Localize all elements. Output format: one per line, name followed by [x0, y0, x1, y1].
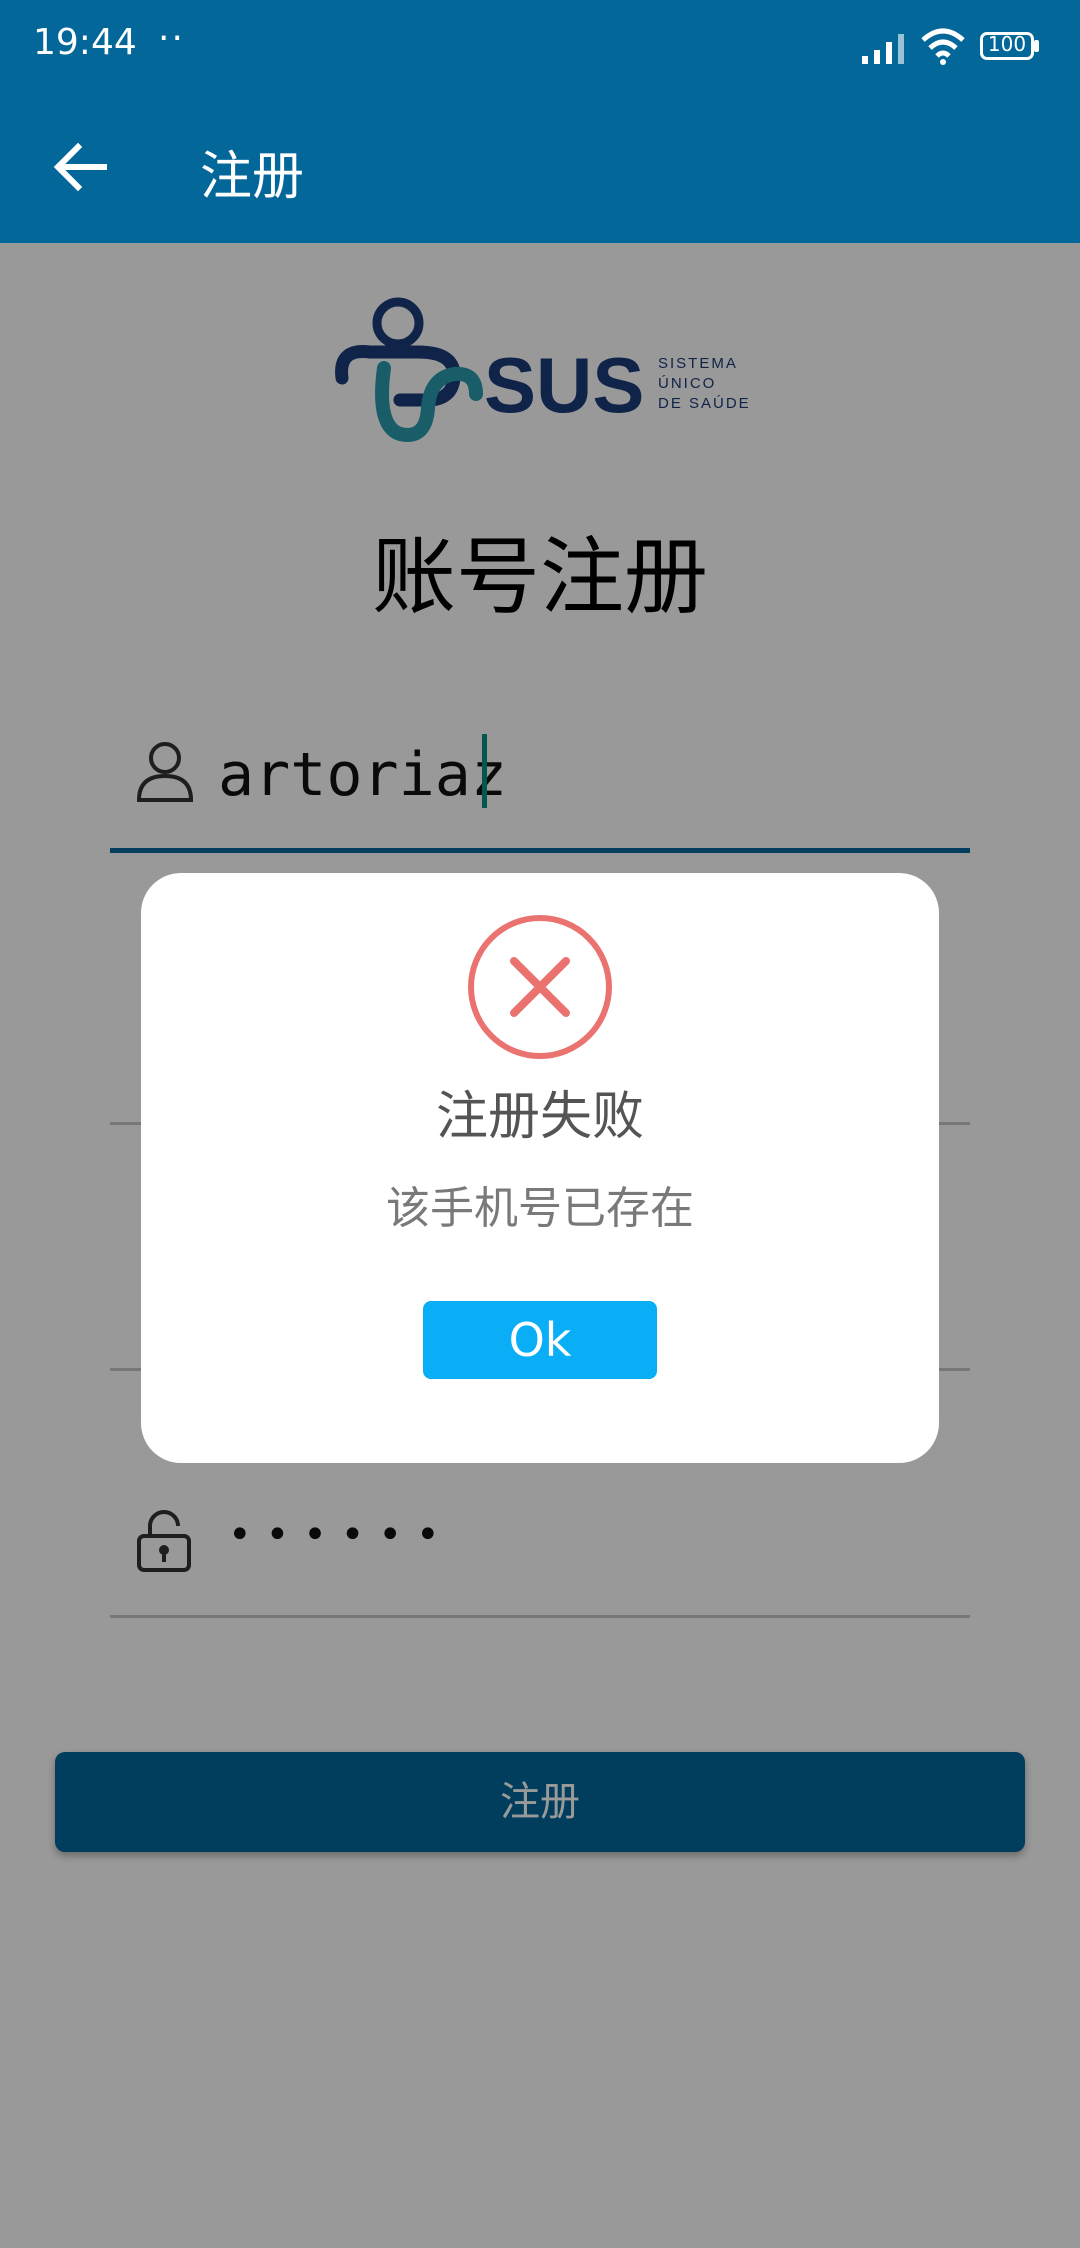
battery-tip — [1034, 40, 1039, 52]
app-bar-title: 注册 — [200, 147, 305, 207]
battery-icon: 100 — [980, 32, 1034, 60]
status-time: 19:44 — [33, 22, 137, 63]
status-dots: ·· — [158, 18, 185, 59]
back-arrow-icon[interactable] — [48, 135, 112, 199]
app-bar — [0, 95, 1080, 243]
dialog-message: 该手机号已存在 — [386, 1183, 694, 1234]
dialog-title: 注册失败 — [435, 1087, 644, 1147]
wifi-icon — [921, 28, 965, 65]
battery-level: 100 — [987, 32, 1027, 56]
error-x-icon — [468, 915, 612, 1059]
signal-icon — [862, 34, 904, 64]
ok-button[interactable]: Ok — [423, 1301, 657, 1379]
